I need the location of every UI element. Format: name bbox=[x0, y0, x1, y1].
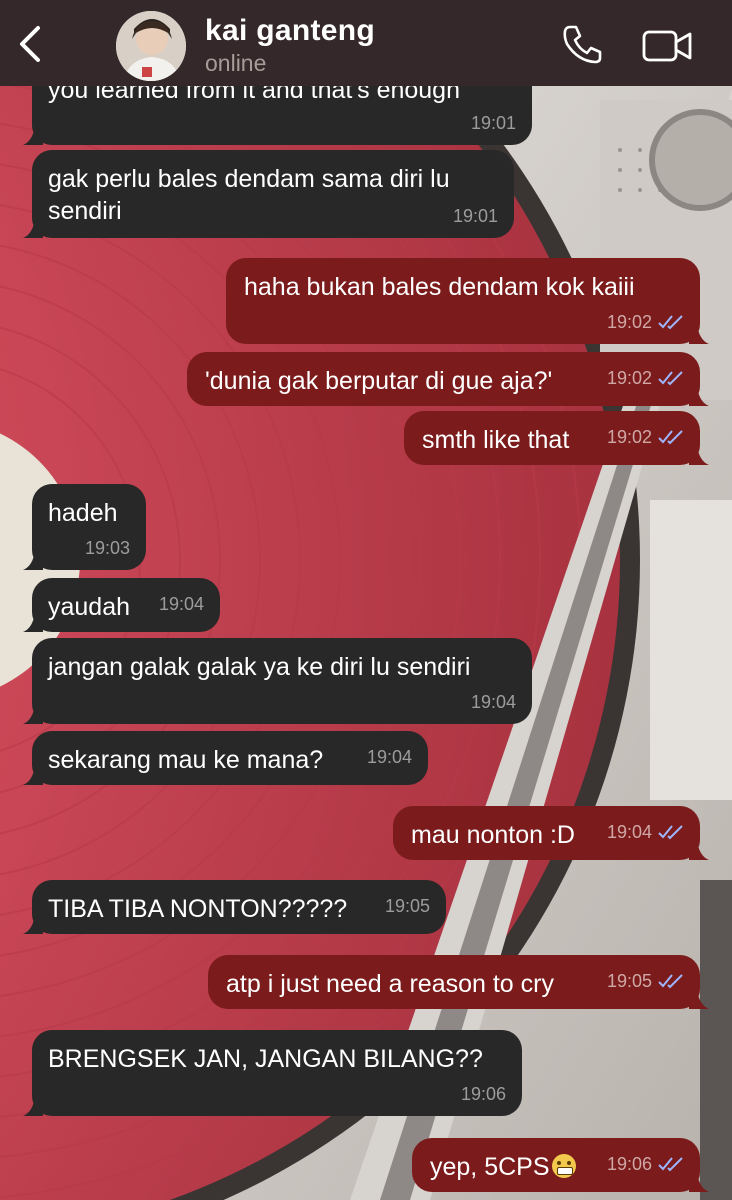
bubble-tail bbox=[23, 914, 43, 934]
message-time: 19:01 bbox=[452, 206, 498, 226]
message-meta: 19:06 bbox=[461, 1078, 506, 1110]
message-meta: 19:06 bbox=[607, 1148, 684, 1180]
message-time: 19:03 bbox=[84, 538, 130, 558]
message-time: 19:02 bbox=[606, 427, 652, 447]
contact-status: online bbox=[205, 50, 267, 76]
message-meta: 19:01 bbox=[453, 200, 498, 232]
chevron-left-icon bbox=[20, 26, 40, 62]
message-meta: 19:03 bbox=[85, 532, 130, 564]
message-outgoing[interactable]: 'dunia gak berputar di gue aja?' 19:02 bbox=[187, 352, 709, 406]
message-meta: 19:05 bbox=[385, 890, 430, 922]
double-check-icon bbox=[658, 371, 683, 386]
message-incoming[interactable]: sekarang mau ke mana? 19:04 bbox=[23, 731, 428, 785]
bubble-tail bbox=[23, 704, 43, 724]
double-check-icon bbox=[658, 430, 683, 445]
contact-avatar[interactable] bbox=[116, 11, 186, 81]
message-text: haha bukan bales dendam kok kaiii bbox=[244, 273, 635, 301]
bubble-tail bbox=[23, 550, 43, 570]
bubble-tail bbox=[689, 989, 709, 1009]
message-time: 19:05 bbox=[606, 971, 652, 991]
message-text: gak perlu bales dendam sama diri lu send… bbox=[48, 165, 457, 225]
phone-icon bbox=[563, 25, 602, 64]
voice-call-button[interactable] bbox=[560, 22, 604, 66]
message-meta: 19:02 bbox=[607, 421, 684, 453]
message-text-content: yep, 5CPS bbox=[430, 1153, 550, 1181]
double-check-icon bbox=[658, 315, 683, 330]
message-text: sekarang mau ke mana? bbox=[48, 746, 324, 774]
message-outgoing[interactable]: yep, 5CPS 19:06 bbox=[412, 1138, 709, 1192]
double-check-icon bbox=[658, 825, 683, 840]
message-time: 19:06 bbox=[606, 1154, 652, 1174]
message-meta: 19:04 bbox=[159, 588, 204, 620]
bubble-tail bbox=[23, 218, 43, 238]
message-text: jangan galak galak ya ke diri lu sendiri bbox=[48, 653, 471, 681]
bubble-tail bbox=[689, 445, 709, 465]
message-time: 19:02 bbox=[606, 368, 652, 388]
message-text: hadeh bbox=[48, 499, 118, 527]
video-call-button[interactable] bbox=[640, 26, 696, 66]
message-text: BRENGSEK JAN, JANGAN BILANG?? bbox=[48, 1045, 483, 1073]
message-time: 19:04 bbox=[470, 692, 516, 712]
bubble-tail bbox=[689, 1172, 709, 1192]
bubble-tail bbox=[689, 386, 709, 406]
message-time: 19:02 bbox=[606, 312, 652, 332]
message-time: 19:05 bbox=[384, 896, 430, 916]
message-incoming[interactable]: hadeh 19:03 bbox=[23, 484, 146, 570]
bubble-tail bbox=[23, 1096, 43, 1116]
message-incoming[interactable]: jangan galak galak ya ke diri lu sendiri… bbox=[23, 638, 532, 724]
bubble-tail bbox=[23, 125, 43, 145]
message-time: 19:04 bbox=[606, 822, 652, 842]
message-meta: 19:01 bbox=[471, 107, 516, 139]
message-time: 19:04 bbox=[366, 747, 412, 767]
chat-header: kai ganteng online bbox=[0, 0, 732, 86]
message-outgoing[interactable]: mau nonton :D 19:04 bbox=[393, 806, 709, 860]
message-meta: 19:04 bbox=[607, 816, 684, 848]
double-check-icon bbox=[658, 1157, 683, 1172]
message-meta: 19:04 bbox=[471, 686, 516, 718]
bubble-tail bbox=[689, 840, 709, 860]
message-meta: 19:05 bbox=[607, 965, 684, 997]
message-time: 19:01 bbox=[470, 113, 516, 133]
video-camera-icon bbox=[642, 30, 692, 62]
message-incoming[interactable]: BRENGSEK JAN, JANGAN BILANG?? 19:06 bbox=[23, 1030, 522, 1116]
message-meta: 19:04 bbox=[367, 741, 412, 773]
message-text: TIBA TIBA NONTON????? bbox=[48, 895, 348, 923]
message-outgoing[interactable]: haha bukan bales dendam kok kaiii 19:02 bbox=[226, 258, 709, 344]
message-time: 19:06 bbox=[460, 1084, 506, 1104]
bubble-tail bbox=[23, 765, 43, 785]
message-incoming[interactable]: TIBA TIBA NONTON????? 19:05 bbox=[23, 880, 446, 934]
message-incoming[interactable]: yaudah 19:04 bbox=[23, 578, 220, 632]
message-outgoing[interactable]: smth like that 19:02 bbox=[404, 411, 709, 465]
message-meta: 19:02 bbox=[607, 362, 684, 394]
contact-name[interactable]: kai ganteng bbox=[205, 14, 375, 48]
message-outgoing[interactable]: atp i just need a reason to cry 19:05 bbox=[208, 955, 709, 1009]
message-list[interactable]: you learned from it and that's enough 19… bbox=[0, 0, 732, 1200]
bubble-tail bbox=[23, 612, 43, 632]
grimacing-face-emoji-icon bbox=[551, 1154, 576, 1178]
message-meta: 19:02 bbox=[607, 306, 684, 338]
message-time: 19:04 bbox=[158, 594, 204, 614]
double-check-icon bbox=[658, 974, 683, 989]
back-button[interactable] bbox=[14, 22, 48, 66]
bubble-tail bbox=[689, 324, 709, 344]
message-incoming[interactable]: gak perlu bales dendam sama diri lu send… bbox=[23, 150, 514, 238]
